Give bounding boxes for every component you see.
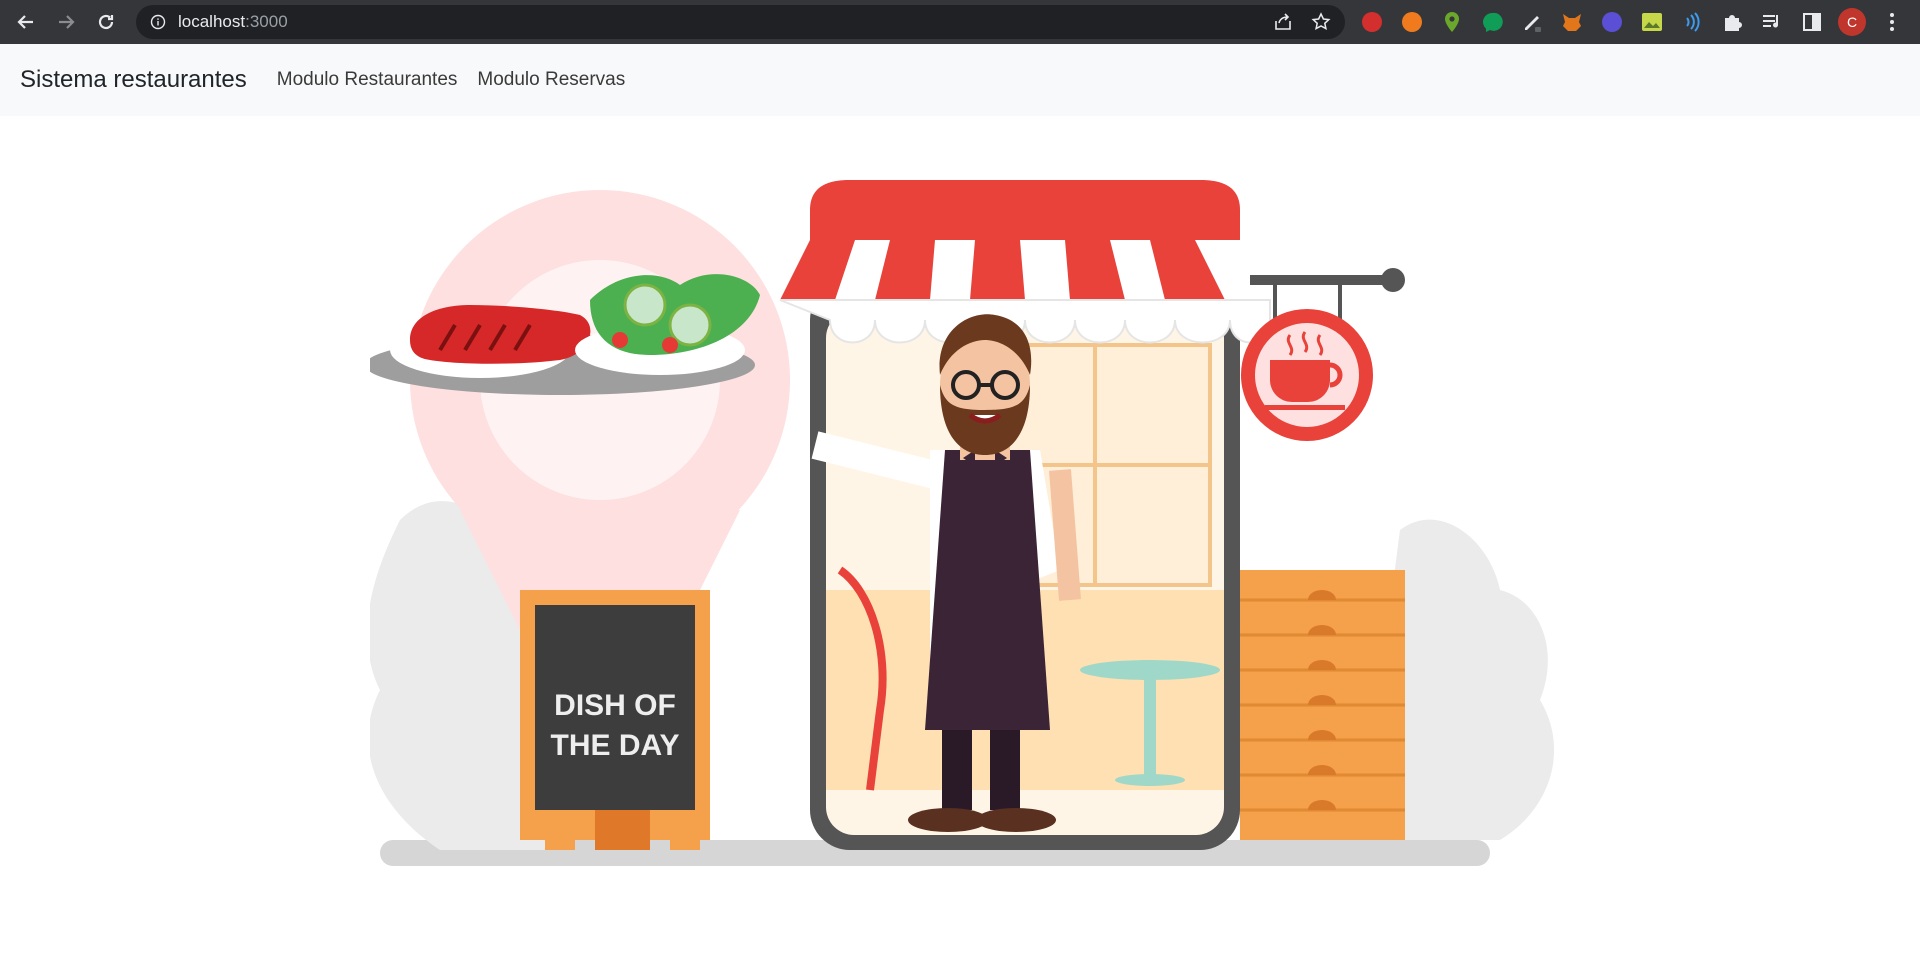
navbar-brand[interactable]: Sistema restaurantes — [20, 66, 247, 94]
url-text[interactable]: localhost:3000 — [178, 12, 288, 32]
sign-bar — [1250, 275, 1390, 285]
chalkboard-line2: THE DAY — [551, 729, 680, 762]
back-icon[interactable] — [6, 0, 46, 44]
map-pin-icon[interactable] — [1432, 0, 1472, 44]
app-navbar: Sistema restaurantes Modulo Restaurantes… — [0, 44, 1920, 116]
awning-top — [810, 180, 1240, 240]
sidepanel-icon[interactable] — [1792, 0, 1832, 44]
picture-icon[interactable] — [1632, 0, 1672, 44]
reload-icon[interactable] — [86, 0, 126, 44]
extensions-bar: C — [1352, 0, 1912, 44]
url-host: localhost — [178, 12, 246, 31]
nav-link-modulo-restaurantes[interactable]: Modulo Restaurantes — [277, 69, 458, 91]
pen-icon[interactable] — [1512, 0, 1552, 44]
share-icon[interactable] — [1267, 5, 1299, 39]
awning-stripes — [779, 240, 1271, 344]
site-info-icon[interactable] — [148, 12, 168, 32]
orange-crates — [1240, 570, 1405, 840]
chalkboard-sign: DISH OF THE DAY — [520, 590, 710, 850]
rss-icon[interactable] — [1392, 0, 1432, 44]
fox-icon[interactable] — [1552, 0, 1592, 44]
browser-toolbar: localhost:3000 C — [0, 0, 1920, 44]
address-bar[interactable]: localhost:3000 — [136, 5, 1345, 39]
forward-icon[interactable] — [46, 0, 86, 44]
nav-link-modulo-reservas[interactable]: Modulo Reservas — [477, 69, 625, 91]
apron — [925, 450, 1050, 730]
chat-bubble-icon[interactable] — [1472, 0, 1512, 44]
playlist-icon[interactable] — [1752, 0, 1792, 44]
chalkboard-line1: DISH OF — [554, 689, 676, 722]
kebab-menu-icon[interactable] — [1872, 0, 1912, 44]
hero-illustration: DISH OF THE DAY — [370, 150, 1590, 890]
face-icon[interactable] — [1592, 0, 1632, 44]
puzzle-icon[interactable] — [1712, 0, 1752, 44]
coffee-cup-icon — [1270, 360, 1330, 402]
profile-avatar[interactable]: C — [1838, 8, 1866, 36]
url-port: :3000 — [245, 12, 288, 31]
bookmark-star-icon[interactable] — [1305, 5, 1337, 39]
wireless-icon[interactable] — [1672, 0, 1712, 44]
hand-stop-icon[interactable] — [1352, 0, 1392, 44]
